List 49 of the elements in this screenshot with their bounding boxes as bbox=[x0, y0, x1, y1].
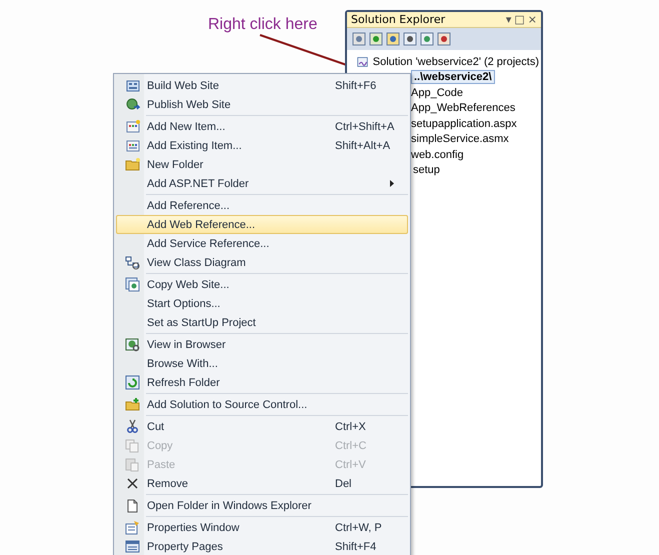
menu-item[interactable]: Properties Window Ctrl+W, P bbox=[116, 518, 408, 537]
menu-item[interactable]: Add Existing Item... Shift+Alt+A bbox=[116, 136, 408, 155]
menu-item[interactable]: Publish Web Site bbox=[116, 95, 408, 114]
tree-item[interactable]: setup bbox=[411, 164, 442, 176]
paste-icon bbox=[124, 457, 140, 472]
annotation-text: Right click here bbox=[208, 16, 318, 34]
menu-item[interactable]: Add Solution to Source Control... bbox=[116, 395, 408, 414]
menu-item[interactable]: Add Web Reference... bbox=[116, 215, 408, 234]
menu-item[interactable]: Cut Ctrl+X bbox=[116, 417, 408, 436]
scissors-icon bbox=[124, 419, 140, 434]
document-icon bbox=[124, 498, 140, 513]
menu-item[interactable]: Set as StartUp Project bbox=[116, 313, 408, 332]
title-bar-button[interactable]: □ bbox=[514, 13, 525, 26]
panel-title: Solution Explorer bbox=[351, 13, 446, 26]
copy-icon bbox=[124, 438, 140, 453]
folder-icon bbox=[124, 397, 140, 412]
title-bar-button[interactable]: ▾ bbox=[506, 13, 512, 26]
menu-item[interactable]: Add Reference... bbox=[116, 196, 408, 215]
menu-item[interactable]: Refresh Folder bbox=[116, 373, 408, 392]
tree-item[interactable]: App_WebReferences bbox=[409, 102, 518, 114]
menu-item[interactable]: View Class Diagram bbox=[116, 253, 408, 272]
tree-item[interactable]: ..\webservice2\ bbox=[411, 70, 495, 84]
solution-icon bbox=[357, 54, 369, 69]
build-icon bbox=[124, 78, 140, 93]
menu-item[interactable]: Add New Item... Ctrl+Shift+A bbox=[116, 117, 408, 136]
title-bar-button[interactable]: × bbox=[528, 13, 537, 26]
menu-item[interactable]: Add Service Reference... bbox=[116, 234, 408, 253]
tree-item[interactable]: Solution 'webservice2' (2 projects) bbox=[370, 56, 541, 68]
tree-item[interactable]: web.config bbox=[409, 148, 466, 161]
menu-item[interactable]: Start Options... bbox=[116, 294, 408, 313]
menu-item[interactable]: Build Web Site Shift+F6 bbox=[116, 76, 408, 95]
browser-icon bbox=[124, 337, 140, 352]
existing-item-icon bbox=[124, 138, 140, 153]
menu-item[interactable]: Add ASP.NET Folder bbox=[116, 174, 408, 193]
menu-item[interactable]: Property Pages Shift+F4 bbox=[116, 537, 408, 555]
menu-item[interactable]: New Folder bbox=[116, 155, 408, 174]
menu-item[interactable]: Open Folder in Windows Explorer bbox=[116, 496, 408, 515]
new-item-icon bbox=[124, 119, 140, 134]
property-pages-icon bbox=[124, 539, 140, 554]
menu-item[interactable]: Copy Web Site... bbox=[116, 275, 408, 294]
tree-item[interactable]: simpleService.asmx bbox=[409, 133, 511, 146]
close-icon bbox=[124, 476, 140, 491]
tree-item[interactable]: setupapplication.aspx bbox=[409, 118, 519, 130]
tree-item[interactable]: App_Code bbox=[409, 86, 465, 99]
menu-item[interactable]: View in Browser bbox=[116, 335, 408, 354]
menu-item[interactable]: Browse With... bbox=[116, 354, 408, 373]
globe-icon bbox=[124, 97, 140, 112]
folder-icon bbox=[124, 157, 140, 172]
menu-item[interactable]: Remove Del bbox=[116, 474, 408, 493]
